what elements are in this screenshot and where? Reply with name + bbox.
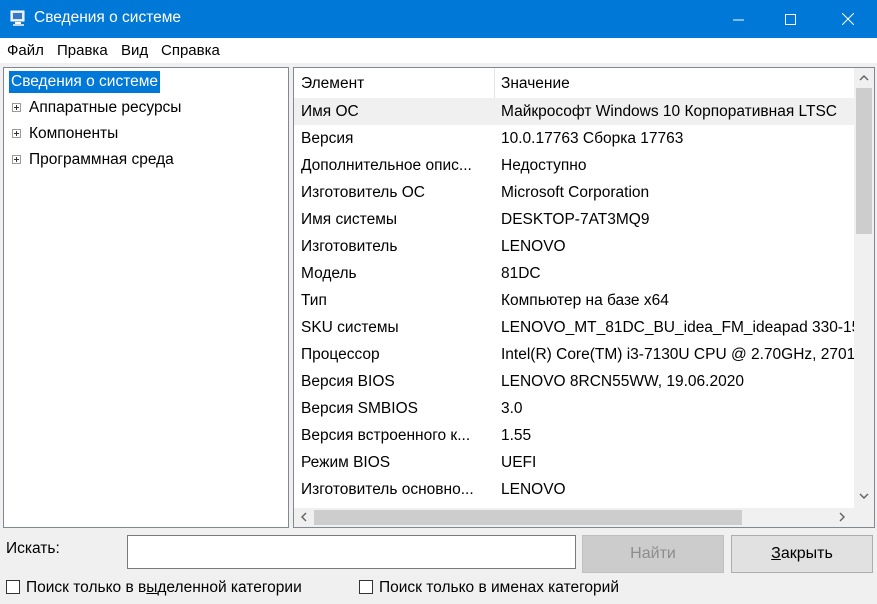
row-item-cell: Имя системы [301, 211, 397, 228]
row-item-cell: Версия [301, 130, 354, 147]
menu-view[interactable]: Вид [121, 42, 148, 59]
menu-edit[interactable]: Правка [57, 42, 108, 59]
scroll-right-icon[interactable] [834, 509, 850, 525]
table-row[interactable]: Дополнительное опис... Недоступно [294, 152, 854, 179]
row-value-cell: 10.0.17763 Сборка 17763 [501, 130, 684, 147]
menu-file[interactable]: Файл [7, 42, 44, 59]
row-item-cell: Версия встроенного к... [301, 427, 471, 444]
row-item-cell: Версия BIOS [301, 373, 395, 390]
row-item-cell: SKU системы [301, 319, 399, 336]
scrollbar-corner [854, 508, 874, 527]
scroll-up-icon[interactable] [856, 70, 872, 86]
table-row[interactable]: Версия SMBIOS 3.0 [294, 395, 854, 422]
row-value-cell: LENOVO 8RCN55WW, 19.06.2020 [501, 373, 744, 390]
list-header: Элемент Значение [294, 68, 854, 98]
table-row[interactable]: Процессор Intel(R) Core(TM) i3-7130U CPU … [294, 341, 854, 368]
maximize-icon [784, 13, 796, 25]
row-value-cell: Microsoft Corporation [501, 184, 650, 201]
table-row[interactable]: Изготовитель ОС Microsoft Corporation [294, 179, 854, 206]
scroll-down-icon[interactable] [856, 488, 872, 504]
close-button-label: акрыть [780, 545, 833, 562]
row-value-cell: Майкрософт Windows 10 Корпоративная LTSC [501, 103, 838, 120]
row-value-cell: Недоступно [501, 157, 587, 174]
checkbox-label: Поиск только в именах категорий [379, 579, 619, 596]
row-value-cell: LENOVO_MT_81DC_BU_idea_FM_ideapad 330-15… [501, 319, 854, 336]
row-item-cell: Процессор [301, 346, 380, 363]
row-item-cell: Дополнительное опис... [301, 157, 472, 174]
menu-bar: Файл Правка Вид Справка [0, 38, 877, 63]
system-info-app-icon [10, 10, 27, 27]
expand-icon[interactable] [12, 103, 21, 112]
row-value-cell: Intel(R) Core(TM) i3-7130U CPU @ 2.70GHz… [501, 346, 854, 363]
close-icon [842, 13, 854, 25]
minimize-button[interactable] [715, 0, 761, 38]
table-row[interactable]: Изготовитель основно... LENOVO [294, 476, 854, 503]
checkbox-box[interactable] [359, 580, 373, 594]
close-window-button[interactable] [825, 0, 871, 38]
table-row[interactable]: Версия 10.0.17763 Сборка 17763 [294, 125, 854, 152]
category-tree: Сведения о системе Аппаратные ресурсы Ко… [3, 67, 289, 528]
tree-item-label: Программная среда [29, 151, 174, 168]
table-row[interactable]: Имя системы DESKTOP-7AT3MQ9 [294, 206, 854, 233]
row-item-cell: Режим BIOS [301, 454, 391, 471]
column-header-item[interactable]: Элемент [294, 68, 364, 98]
row-value-cell: LENOVO [501, 238, 566, 255]
row-value-cell: LENOVO [501, 481, 566, 498]
row-value-cell: DESKTOP-7AT3MQ9 [501, 211, 650, 228]
table-row[interactable]: Модель 81DC [294, 260, 854, 287]
menu-help[interactable]: Справка [161, 42, 220, 59]
table-row[interactable]: Версия BIOS LENOVO 8RCN55WW, 19.06.2020 [294, 368, 854, 395]
row-value-cell: 81DC [501, 265, 541, 282]
table-row[interactable]: Версия встроенного к... 1.55 [294, 422, 854, 449]
checkbox-box[interactable] [6, 580, 20, 594]
search-label: Искать: [6, 540, 60, 557]
expand-icon[interactable] [12, 155, 21, 164]
vertical-scroll-thumb[interactable] [856, 88, 872, 234]
row-value-cell: UEFI [501, 454, 537, 471]
scroll-left-icon[interactable] [296, 509, 312, 525]
table-row[interactable]: Имя ОС Майкрософт Windows 10 Корпоративна… [294, 98, 854, 125]
row-item-cell: Тип [301, 292, 327, 309]
table-row[interactable]: Изготовитель LENOVO [294, 233, 854, 260]
table-row[interactable]: SKU системы LENOVO_MT_81DC_BU_idea_FM_ide… [294, 314, 854, 341]
horizontal-scrollbar[interactable] [294, 508, 854, 527]
tree-item-system-summary[interactable]: Сведения о системе [9, 71, 161, 93]
close-button-accel: З [771, 545, 781, 562]
row-item-cell: Изготовитель [301, 238, 398, 255]
tree-item-label: Аппаратные ресурсы [29, 99, 182, 116]
row-value-cell: Компьютер на базе x64 [501, 292, 669, 309]
row-item-cell: Изготовитель ОС [301, 184, 425, 201]
window-title: Сведения о системе [34, 9, 182, 26]
tree-item-label: Компоненты [29, 125, 119, 142]
tree-item-label: Сведения о системе [9, 71, 161, 93]
row-value-cell: 3.0 [501, 400, 523, 417]
row-item-cell: Модель [301, 265, 357, 282]
row-item-cell: Имя ОС [301, 103, 359, 120]
checkbox-label: Поиск только в выделенной категории [26, 579, 302, 596]
horizontal-scroll-thumb[interactable] [314, 510, 742, 525]
details-list: Элемент Значение Имя ОС Майкрософт Window… [293, 67, 875, 528]
vertical-scrollbar[interactable] [854, 68, 874, 508]
table-row[interactable]: Режим BIOS UEFI [294, 449, 854, 476]
close-button[interactable]: Закрыть [731, 535, 873, 573]
search-input[interactable] [127, 535, 576, 569]
minimize-icon [732, 19, 744, 20]
table-row[interactable]: Тип Компьютер на базе x64 [294, 287, 854, 314]
maximize-button[interactable] [767, 0, 813, 38]
column-header-value[interactable]: Значение [494, 68, 570, 98]
row-item-cell: Изготовитель основно... [301, 481, 474, 498]
expand-icon[interactable] [12, 129, 21, 138]
row-item-cell: Версия SMBIOS [301, 400, 418, 417]
title-bar: Сведения о системе [0, 0, 877, 38]
find-button[interactable]: Найти [582, 535, 724, 573]
row-value-cell: 1.55 [501, 427, 532, 444]
